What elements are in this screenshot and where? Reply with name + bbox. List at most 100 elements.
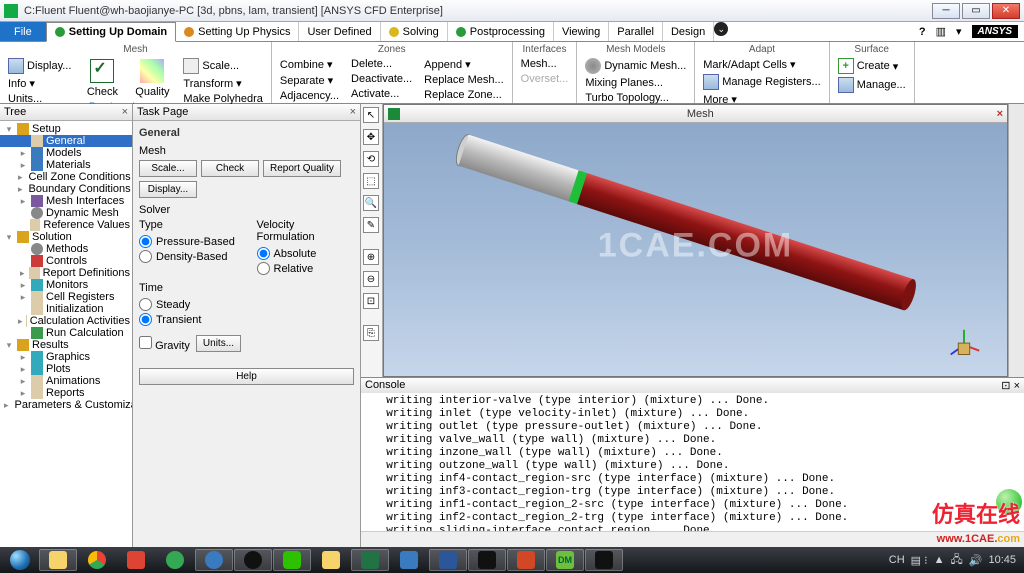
tree-dynamic-mesh[interactable]: Dynamic Mesh bbox=[0, 207, 132, 219]
task-close-icon[interactable]: × bbox=[350, 106, 356, 118]
viewport-close-icon[interactable]: × bbox=[997, 108, 1003, 120]
tb-app1[interactable] bbox=[117, 549, 155, 571]
density-based-radio[interactable]: Density-Based bbox=[139, 249, 237, 264]
zoom-out-tool[interactable]: ⊖ bbox=[363, 271, 379, 287]
tree-run-calc[interactable]: Run Calculation bbox=[0, 327, 132, 339]
tree-reports[interactable]: ▸Reports bbox=[0, 387, 132, 399]
tree-methods[interactable]: Methods bbox=[0, 243, 132, 255]
pick-tool[interactable]: ✎ bbox=[363, 217, 379, 233]
tree-mesh-interfaces[interactable]: ▸Mesh Interfaces bbox=[0, 195, 132, 207]
tree-solution[interactable]: ▾Solution bbox=[0, 231, 132, 243]
tab-postprocessing[interactable]: Postprocessing bbox=[448, 22, 554, 41]
surface-manage-button[interactable]: Manage... bbox=[836, 76, 908, 94]
pressure-based-radio[interactable]: Pressure-Based bbox=[139, 234, 237, 249]
relative-radio[interactable]: Relative bbox=[257, 261, 355, 276]
copy-view-tool[interactable]: ⎘ bbox=[363, 325, 379, 341]
tab-overflow-icon[interactable]: ⌄ bbox=[714, 22, 728, 36]
tree-graphics[interactable]: ▸Graphics bbox=[0, 351, 132, 363]
tab-user-defined[interactable]: User Defined bbox=[299, 22, 380, 41]
manage-registers-button[interactable]: Manage Registers... bbox=[701, 73, 822, 91]
tree-animations[interactable]: ▸Animations bbox=[0, 375, 132, 387]
tree-parameters[interactable]: ▸Parameters & Customiza… bbox=[0, 399, 132, 411]
tree-close-icon[interactable]: × bbox=[122, 106, 128, 118]
tree-general[interactable]: General bbox=[0, 135, 132, 147]
viewport-scrollbar[interactable] bbox=[1008, 104, 1024, 377]
tb-dm[interactable]: DM bbox=[546, 549, 584, 571]
pointer-tool[interactable]: ↖ bbox=[363, 107, 379, 123]
pan-tool[interactable]: ✥ bbox=[363, 129, 379, 145]
tb-chrome[interactable] bbox=[78, 549, 116, 571]
system-tray[interactable]: CH ▤ ⁝ ▲ 🖧 🔊 10:45 bbox=[889, 551, 1022, 570]
console-output[interactable]: writing interior-valve (type interior) (… bbox=[361, 393, 1024, 531]
help-button[interactable]: Help bbox=[139, 368, 354, 385]
tb-word[interactable] bbox=[429, 549, 467, 571]
tb-folder2[interactable] bbox=[312, 549, 350, 571]
gravity-checkbox[interactable]: Gravity bbox=[139, 336, 190, 352]
replace-mesh-button[interactable]: Replace Mesh... bbox=[422, 73, 505, 87]
tb-mesh[interactable] bbox=[585, 549, 623, 571]
close-button[interactable]: ✕ bbox=[992, 3, 1020, 19]
tree-ref-values[interactable]: Reference Values bbox=[0, 219, 132, 231]
tb-qq[interactable] bbox=[234, 549, 272, 571]
tree[interactable]: ▾Setup General ▸Models ▸Materials ▸Cell … bbox=[0, 121, 132, 546]
absolute-radio[interactable]: Absolute bbox=[257, 246, 355, 261]
viewport[interactable]: Mesh × bbox=[383, 104, 1008, 377]
tb-ppt[interactable] bbox=[507, 549, 545, 571]
minimize-button[interactable]: ─ bbox=[932, 3, 960, 19]
steady-radio[interactable]: Steady bbox=[139, 297, 354, 312]
tab-setting-up-domain[interactable]: Setting Up Domain bbox=[46, 22, 176, 42]
tab-parallel[interactable]: Parallel bbox=[609, 22, 663, 41]
tb-explorer[interactable] bbox=[39, 549, 77, 571]
dropdown-icon[interactable]: ▾ bbox=[956, 25, 962, 38]
tree-report-def[interactable]: ▸Report Definitions bbox=[0, 267, 132, 279]
zoom-in-tool[interactable]: ⊕ bbox=[363, 249, 379, 265]
tb-browser[interactable] bbox=[195, 549, 233, 571]
adjacency-button[interactable]: Adjacency... bbox=[278, 89, 341, 103]
tray-up-icon[interactable]: ▲ bbox=[934, 554, 945, 566]
assist-ball-icon[interactable] bbox=[996, 489, 1022, 515]
rotate-tool[interactable]: ⟲ bbox=[363, 151, 379, 167]
zoom-box-tool[interactable]: ⬚ bbox=[363, 173, 379, 189]
tab-design[interactable]: Design bbox=[663, 22, 714, 41]
tb-wechat[interactable] bbox=[273, 549, 311, 571]
mixing-planes-button[interactable]: Mixing Planes... bbox=[583, 76, 688, 90]
tb-app2[interactable] bbox=[390, 549, 428, 571]
fit-tool[interactable]: ⊡ bbox=[363, 293, 379, 309]
dynamic-mesh-button[interactable]: Dynamic Mesh... bbox=[583, 57, 688, 75]
display-button[interactable]: Display... bbox=[6, 57, 73, 75]
separate-button[interactable]: Separate ▾ bbox=[278, 73, 341, 88]
zoom-tool[interactable]: 🔍 bbox=[363, 195, 379, 211]
tab-setting-up-physics[interactable]: Setting Up Physics bbox=[176, 22, 299, 41]
tree-plots[interactable]: ▸Plots bbox=[0, 363, 132, 375]
units-task-button[interactable]: Units... bbox=[196, 335, 241, 352]
transform-button[interactable]: Transform ▾ bbox=[181, 76, 265, 91]
turbo-button[interactable]: Turbo Topology... bbox=[583, 91, 688, 105]
tray-net-icon[interactable]: 🖧 bbox=[951, 551, 963, 570]
tree-initialization[interactable]: Initialization bbox=[0, 303, 132, 315]
replace-zone-button[interactable]: Replace Zone... bbox=[422, 88, 505, 102]
tray-clock[interactable]: 10:45 bbox=[988, 554, 1016, 566]
tb-360[interactable] bbox=[156, 549, 194, 571]
tb-fluent[interactable] bbox=[468, 549, 506, 571]
layout-icon[interactable]: ▥ bbox=[936, 25, 946, 38]
tree-setup[interactable]: ▾Setup bbox=[0, 123, 132, 135]
axis-triad[interactable] bbox=[945, 326, 983, 364]
activate-button[interactable]: Activate... bbox=[349, 87, 414, 101]
tree-models[interactable]: ▸Models bbox=[0, 147, 132, 159]
tab-solving[interactable]: Solving bbox=[381, 22, 448, 41]
append-button[interactable]: Append ▾ bbox=[422, 57, 505, 72]
tree-boundary[interactable]: ▸Boundary Conditions bbox=[0, 183, 132, 195]
display-task-button[interactable]: Display... bbox=[139, 181, 197, 198]
delete-button[interactable]: Delete... bbox=[349, 57, 414, 71]
surface-create-button[interactable]: +Create ▾ bbox=[836, 57, 908, 75]
tree-cell-zone[interactable]: ▸Cell Zone Conditions bbox=[0, 171, 132, 183]
tab-viewing[interactable]: Viewing bbox=[554, 22, 609, 41]
tray-vol-icon[interactable]: 🔊 bbox=[969, 554, 983, 567]
tray-kb-icon[interactable]: ▤ ⁝ bbox=[911, 554, 928, 567]
tree-monitors[interactable]: ▸Monitors bbox=[0, 279, 132, 291]
maximize-button[interactable]: ▭ bbox=[962, 3, 990, 19]
tree-materials[interactable]: ▸Materials bbox=[0, 159, 132, 171]
tray-ime[interactable]: CH bbox=[889, 554, 905, 566]
info-button[interactable]: Info ▾ bbox=[6, 76, 73, 91]
tree-calc-activities[interactable]: ▸Calculation Activities bbox=[0, 315, 132, 327]
